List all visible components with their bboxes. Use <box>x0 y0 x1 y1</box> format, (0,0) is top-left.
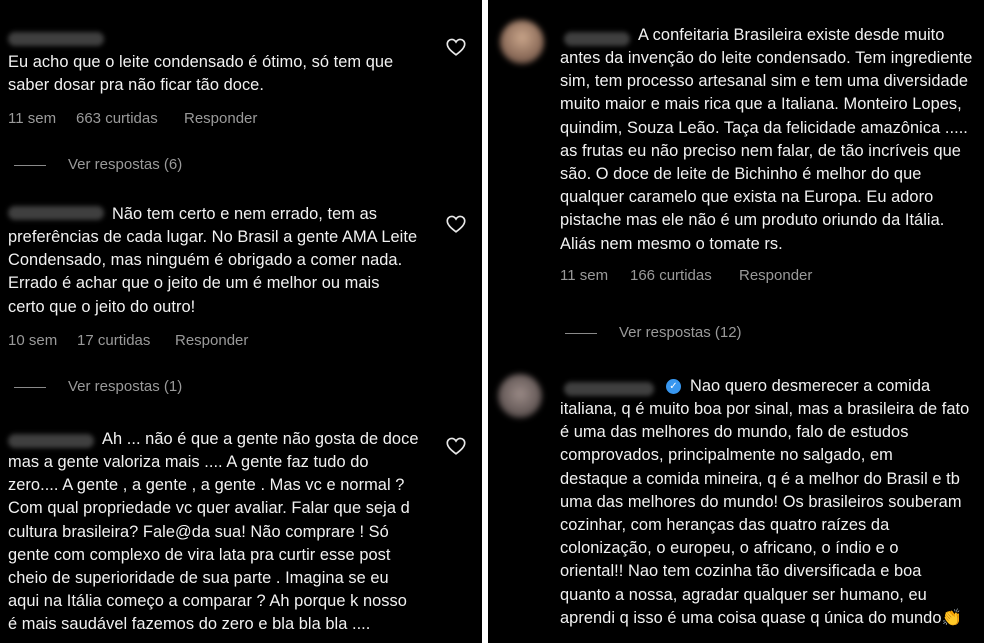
heart-icon[interactable] <box>445 213 467 235</box>
replies-line <box>14 386 46 388</box>
heart-icon[interactable] <box>445 36 467 58</box>
blurred-username[interactable] <box>8 206 104 220</box>
blurred-username[interactable] <box>8 32 104 46</box>
comment-likes[interactable]: 166 curtidas <box>630 267 712 284</box>
comment-text: italiana, q é muito boa por sinal, mas a… <box>560 398 980 630</box>
view-replies-button[interactable]: Ver respostas (1) <box>14 378 182 395</box>
comment-meta: 11 sem 166 curtidas Responder <box>560 267 980 287</box>
blurred-username[interactable] <box>564 382 654 396</box>
comment-1: Eu acho que o leite condensado é ótimo, … <box>0 0 482 190</box>
comment-text: preferências de cada lugar. No Brasil a … <box>8 228 418 316</box>
comment-meta: 11 sem 663 curtidas Responder <box>8 110 448 130</box>
comment-time: 11 sem <box>560 267 609 284</box>
comment-text-first-line: Ah ... não é que a gente não gosta de do… <box>102 430 419 448</box>
view-replies-label: Ver respostas (1) <box>68 378 183 395</box>
comment-likes[interactable]: 663 curtidas <box>76 110 158 127</box>
avatar[interactable] <box>498 374 542 418</box>
comment-text: mas a gente valoriza mais .... A gente f… <box>8 453 410 634</box>
view-replies-button[interactable]: Ver respostas (6) <box>14 156 182 173</box>
comment-time: 10 sem <box>8 332 58 349</box>
comment-text: antes da invenção do leite condensado. T… <box>560 49 973 253</box>
blurred-username[interactable] <box>564 32 630 46</box>
clapping-emoji: 👏 <box>941 608 962 627</box>
view-replies-label: Ver respostas (6) <box>68 156 183 173</box>
comment-time: 11 sem <box>8 110 57 127</box>
comment-5: ✓ Nao quero desmerecer a comida italiana… <box>488 360 984 643</box>
view-replies-button[interactable]: Ver respostas (12) <box>565 324 742 341</box>
avatar[interactable] <box>500 20 544 64</box>
reply-button[interactable]: Responder <box>175 332 248 349</box>
blurred-username[interactable] <box>8 434 94 448</box>
replies-line <box>14 164 46 166</box>
comment-likes[interactable]: 17 curtidas <box>77 332 150 349</box>
comment-text-first-line: Não tem certo e nem errado, tem as <box>112 205 377 223</box>
reply-button[interactable]: Responder <box>184 110 257 127</box>
comment-2: Não tem certo e nem errado, tem as prefe… <box>0 190 482 405</box>
comment-meta: 10 sem 17 curtidas Responder <box>8 332 448 352</box>
replies-line <box>565 332 597 334</box>
comment-text: Eu acho que o leite condensado é ótimo, … <box>8 53 394 95</box>
comment-3: Ah ... não é que a gente não gosta de do… <box>0 405 482 643</box>
right-comments-panel: A confeitaria Brasileira existe desde mu… <box>488 0 984 643</box>
comment-text-first-line: A confeitaria Brasileira existe desde mu… <box>638 26 945 44</box>
heart-icon[interactable] <box>445 435 467 457</box>
verified-badge-icon: ✓ <box>666 379 681 394</box>
reply-button[interactable]: Responder <box>739 267 812 284</box>
comment-4: A confeitaria Brasileira existe desde mu… <box>488 0 984 360</box>
view-replies-label: Ver respostas (12) <box>619 324 742 341</box>
comment-text-body: italiana, q é muito boa por sinal, mas a… <box>560 400 970 627</box>
comment-text-first-line: Nao quero desmerecer a comida <box>690 377 931 395</box>
left-comments-panel: Eu acho que o leite condensado é ótimo, … <box>0 0 482 643</box>
